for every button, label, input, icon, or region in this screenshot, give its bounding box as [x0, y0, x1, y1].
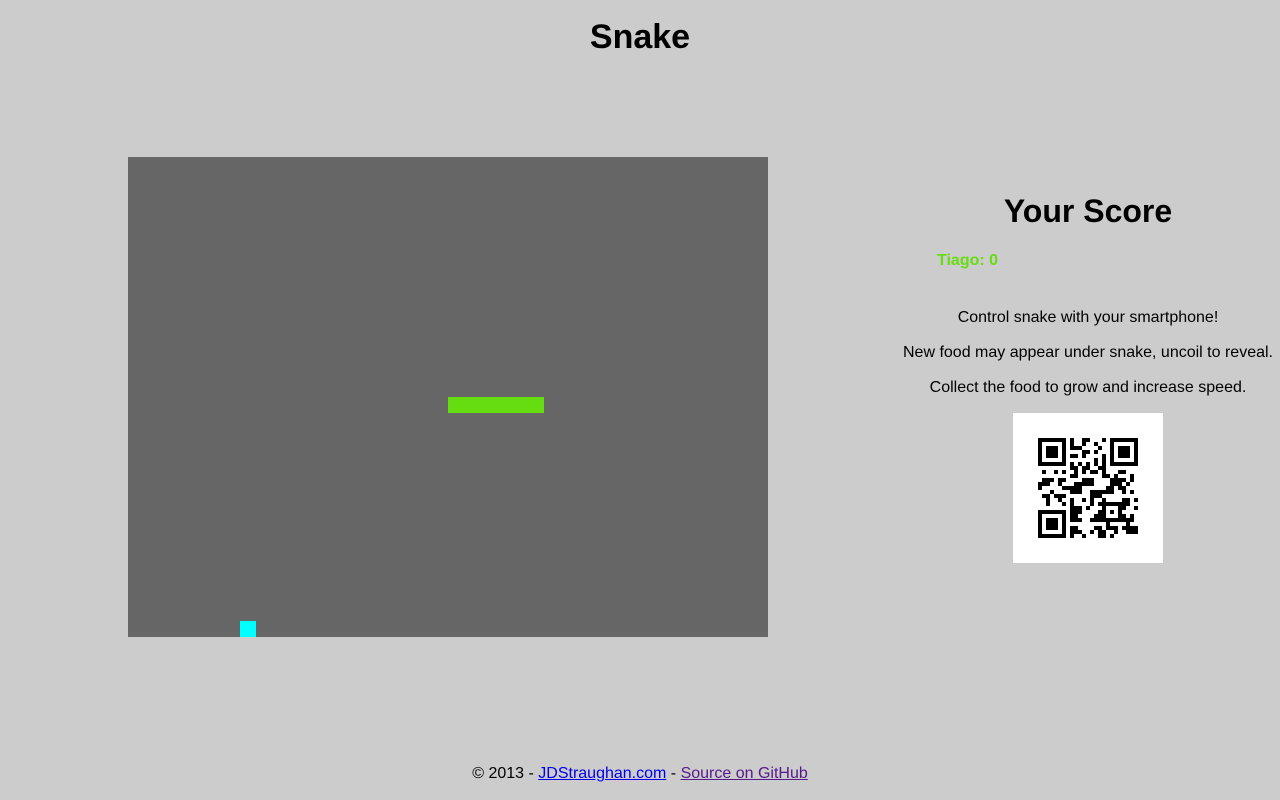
qr-code-icon: [1038, 438, 1138, 538]
score-list: Tiago: 0: [937, 251, 998, 271]
footer-separator: -: [666, 765, 681, 782]
site-link[interactable]: JDStraughan.com: [538, 765, 666, 782]
player-name: Tiago: [937, 252, 980, 269]
game-board[interactable]: [128, 157, 768, 637]
player-score-separator: :: [979, 252, 990, 269]
player-score-value: 0: [989, 252, 999, 269]
score-heading: Your Score: [1003, 193, 1173, 229]
qr-code: [1013, 413, 1163, 563]
player-score: Tiago: 0: [937, 251, 998, 271]
source-link[interactable]: Source on GitHub: [681, 765, 808, 782]
food-item: [240, 621, 256, 637]
footer-copyright: © 2013 -: [472, 765, 539, 782]
instruction-control: Control snake with your smartphone!: [957, 309, 1219, 326]
instruction-grow: Collect the food to grow and increase sp…: [929, 379, 1247, 396]
snake-segment: [512, 397, 528, 413]
snake-segment: [480, 397, 496, 413]
snake-segment: [448, 397, 464, 413]
page-title: Snake: [589, 18, 691, 56]
instruction-food: New food may appear under snake, uncoil …: [903, 344, 1273, 361]
snake-segment: [464, 397, 480, 413]
score-panel: Your Score Tiago: 0 Control snake with y…: [900, 190, 1276, 563]
snake-segment: [528, 397, 544, 413]
footer: © 2013 - JDStraughan.com - Source on Git…: [0, 764, 1280, 784]
snake-segment: [496, 397, 512, 413]
